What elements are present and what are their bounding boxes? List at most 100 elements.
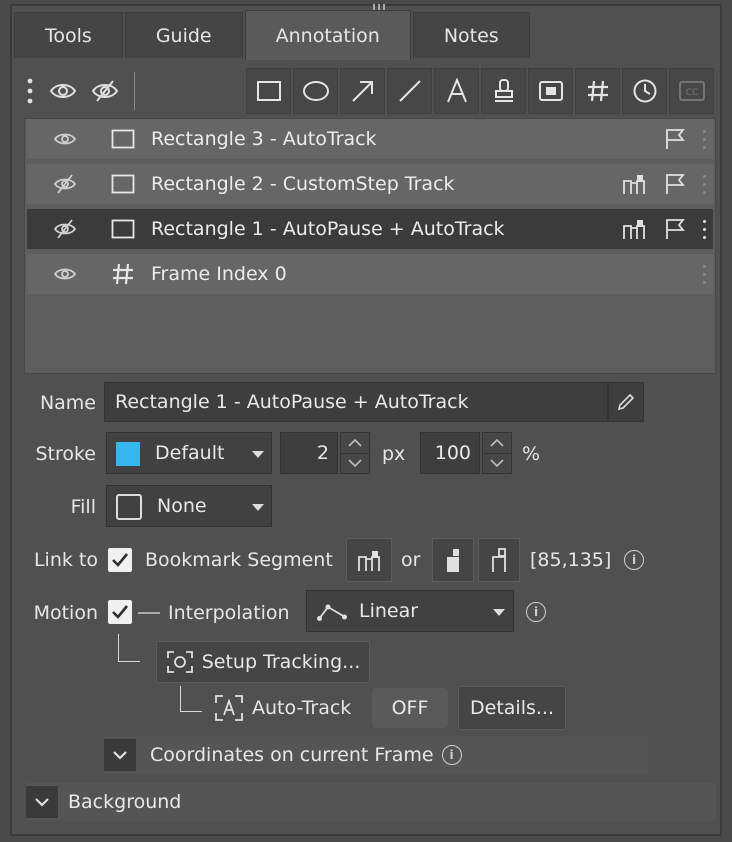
mask-icon[interactable] <box>528 68 573 114</box>
stroke-color-swatch[interactable] <box>116 442 140 466</box>
info-icon[interactable]: i <box>526 602 546 622</box>
name-label: Name <box>39 392 96 414</box>
tab-guide[interactable]: Guide <box>124 12 243 58</box>
rectangle-icon <box>111 217 135 241</box>
name-value: Rectangle 1 - AutoPause + AutoTrack <box>115 391 469 413</box>
bookmark-end-icon <box>492 548 506 572</box>
more-vertical-icon[interactable] <box>18 70 42 112</box>
layer-label: Frame Index 0 <box>151 263 287 285</box>
chevron-up-icon[interactable] <box>341 433 369 453</box>
stroke-width-value: 2 <box>316 442 329 464</box>
checkmark-icon <box>112 553 129 567</box>
link-or-label: or <box>401 549 421 571</box>
info-icon[interactable]: i <box>624 550 644 570</box>
tab-annotation[interactable]: Annotation <box>244 10 411 60</box>
auto-track-icon <box>215 695 243 721</box>
eye-icon[interactable] <box>53 264 77 284</box>
interpolation-curve-icon <box>317 604 347 621</box>
tracking-target-icon <box>166 651 193 673</box>
auto-track-label: Auto-Track <box>252 697 352 719</box>
setup-tracking-label: Setup Tracking... <box>201 651 361 673</box>
stroke-width-input[interactable]: 2 <box>280 432 338 474</box>
link-target-label: Bookmark Segment <box>145 549 333 571</box>
setup-tracking-button[interactable]: Setup Tracking... <box>156 641 370 683</box>
layer-row-rectangle-1[interactable]: Rectangle 1 - AutoPause + AutoTrack <box>27 209 713 249</box>
interpolation-value: Linear <box>359 600 419 622</box>
chevron-down-icon[interactable] <box>26 786 58 818</box>
line-icon[interactable] <box>387 68 432 114</box>
motion-label: Motion <box>33 602 98 624</box>
eye-icon[interactable] <box>42 70 84 112</box>
link-label: Link to <box>33 549 98 571</box>
bookmark-segment-button[interactable] <box>346 538 392 582</box>
annotation-layer-list: Rectangle 3 - AutoTrack Rectangle 2 - Cu… <box>24 118 716 374</box>
chevron-down-icon[interactable] <box>104 739 136 771</box>
stroke-preset-select[interactable]: Default <box>106 432 272 474</box>
rectangle-icon[interactable] <box>246 68 291 114</box>
chevron-up-icon[interactable] <box>483 433 511 453</box>
closed-caption-icon: CC <box>669 68 714 114</box>
bookmark-end-button[interactable] <box>478 538 520 582</box>
bookmark-segment-icon[interactable] <box>621 218 647 240</box>
flag-icon[interactable] <box>663 127 687 151</box>
chevron-down-icon[interactable] <box>341 452 369 474</box>
eye-off-icon[interactable] <box>53 174 77 194</box>
eye-off-icon[interactable] <box>84 70 126 112</box>
bookmark-segment-icon <box>358 551 380 571</box>
bookmark-start-button[interactable] <box>432 538 474 582</box>
eye-icon[interactable] <box>53 129 77 149</box>
eye-off-icon[interactable] <box>53 219 77 239</box>
flag-icon[interactable] <box>663 217 687 241</box>
row-more-icon[interactable] <box>701 262 707 286</box>
layer-label: Rectangle 1 - AutoPause + AutoTrack <box>151 218 505 240</box>
fill-preset-value: None <box>157 495 207 517</box>
chevron-down-icon <box>493 609 505 616</box>
bookmark-segment-icon[interactable] <box>621 173 647 195</box>
row-more-icon[interactable] <box>701 127 707 151</box>
tab-tools[interactable]: Tools <box>14 12 123 58</box>
fill-preset-select[interactable]: None <box>106 485 272 527</box>
stroke-width-unit: px <box>382 443 406 465</box>
layer-label: Rectangle 3 - AutoTrack <box>151 128 377 150</box>
clock-icon[interactable] <box>622 68 667 114</box>
toolbar-divider <box>134 72 135 110</box>
stroke-opacity-input[interactable]: 100 <box>420 432 480 474</box>
flag-icon[interactable] <box>663 172 687 196</box>
row-more-icon[interactable] <box>701 217 707 241</box>
layer-label: Rectangle 2 - CustomStep Track <box>151 173 455 195</box>
name-input[interactable]: Rectangle 1 - AutoPause + AutoTrack <box>104 382 608 422</box>
stamp-icon[interactable] <box>481 68 526 114</box>
tab-bar: Tools Guide Annotation Notes <box>14 10 532 60</box>
details-button[interactable]: Details... <box>458 686 566 730</box>
text-icon[interactable] <box>434 68 479 114</box>
background-section-label: Background <box>68 791 182 813</box>
chevron-down-icon[interactable] <box>483 452 511 474</box>
arrow-icon[interactable] <box>340 68 385 114</box>
link-checkbox[interactable] <box>108 548 132 572</box>
layer-row-rectangle-2[interactable]: Rectangle 2 - CustomStep Track <box>27 164 713 204</box>
motion-checkbox[interactable] <box>108 600 132 624</box>
interpolation-select[interactable]: Linear <box>306 590 514 632</box>
fill-color-swatch[interactable] <box>116 494 142 520</box>
auto-track-state: OFF <box>391 697 429 719</box>
edit-name-button[interactable] <box>608 382 644 422</box>
checkmark-icon <box>112 605 129 619</box>
auto-track-toggle[interactable]: OFF <box>372 688 448 728</box>
layer-row-rectangle-3[interactable]: Rectangle 3 - AutoTrack <box>27 119 713 159</box>
link-range-label: [85,135] <box>530 549 612 571</box>
coordinates-section-header[interactable]: Coordinates on current Frame i <box>104 736 648 774</box>
frame-index-icon[interactable] <box>575 68 620 114</box>
ellipse-icon[interactable] <box>293 68 338 114</box>
rectangle-icon <box>111 127 135 151</box>
background-section-header[interactable]: Background <box>26 783 716 821</box>
pencil-icon <box>617 393 635 411</box>
stroke-opacity-stepper[interactable] <box>482 432 512 474</box>
stroke-label: Stroke <box>35 443 96 465</box>
layer-row-frame-index[interactable]: Frame Index 0 <box>27 254 713 294</box>
stroke-width-stepper[interactable] <box>340 432 370 474</box>
tree-connector <box>180 686 202 712</box>
row-more-icon[interactable] <box>701 172 707 196</box>
info-icon[interactable]: i <box>441 745 462 765</box>
tab-notes[interactable]: Notes <box>412 12 530 58</box>
details-label: Details... <box>470 697 554 719</box>
